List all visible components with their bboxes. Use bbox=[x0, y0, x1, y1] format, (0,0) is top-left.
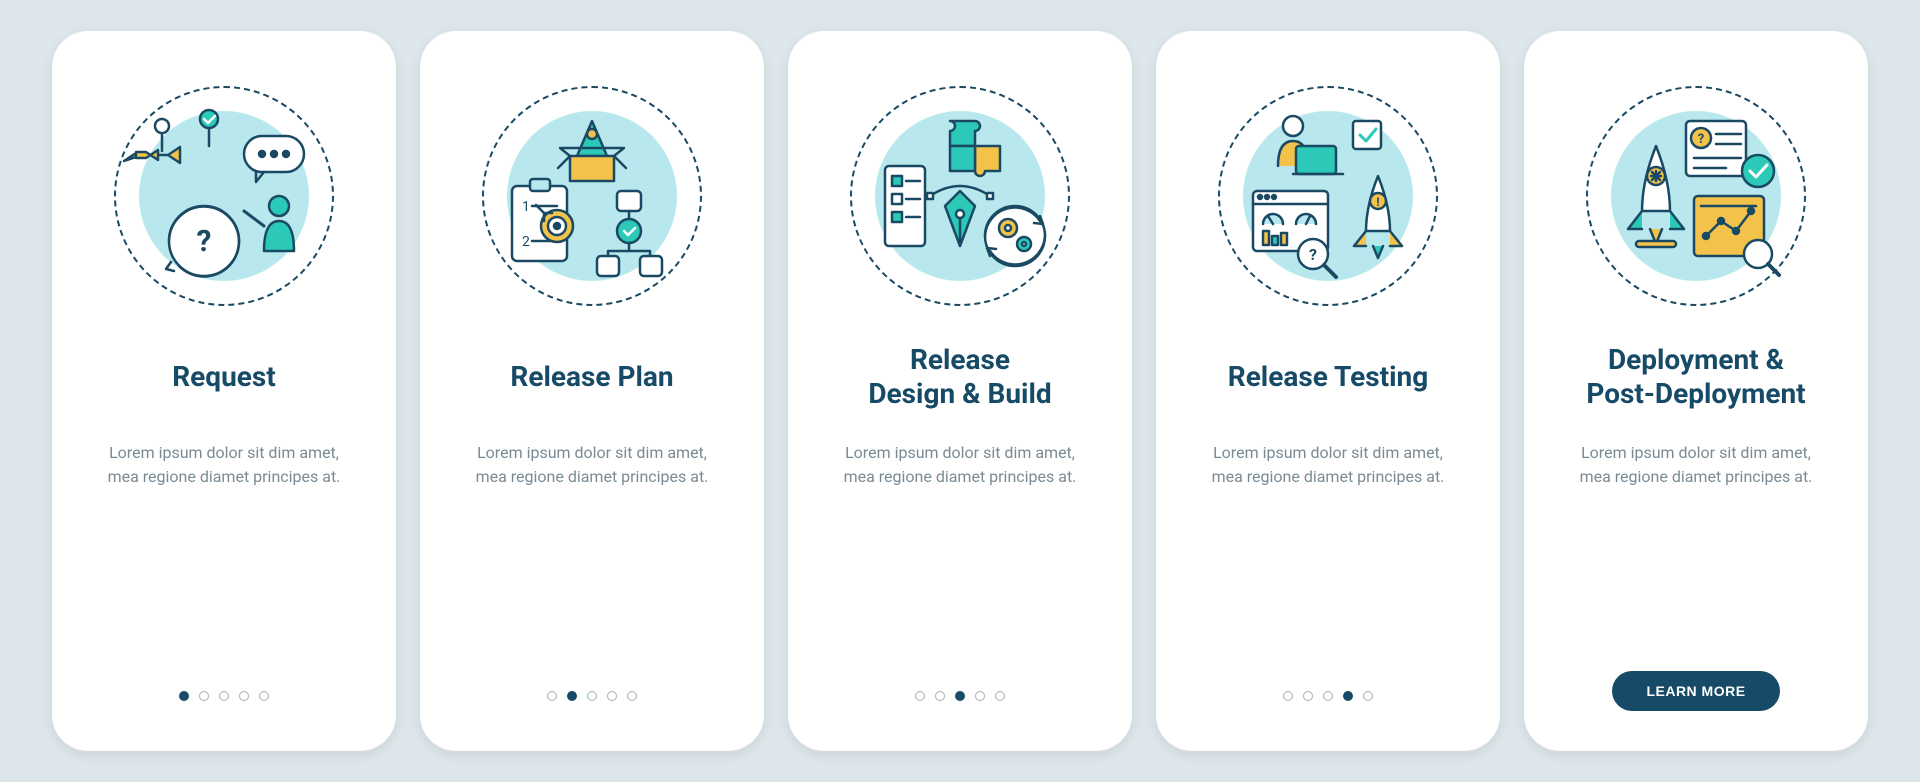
dot-4[interactable] bbox=[1363, 691, 1373, 701]
design-build-illustration bbox=[845, 81, 1075, 311]
screen-title: Deployment & Post-Deployment bbox=[1586, 341, 1805, 413]
dot-1[interactable] bbox=[1303, 691, 1313, 701]
dot-0[interactable] bbox=[179, 691, 189, 701]
dot-4[interactable] bbox=[259, 691, 269, 701]
screen-title: Release Testing bbox=[1228, 341, 1428, 413]
svg-text:?: ? bbox=[197, 224, 212, 259]
svg-text:1: 1 bbox=[522, 199, 530, 215]
release-plan-illustration: 1 2 bbox=[477, 81, 707, 311]
dot-1[interactable] bbox=[199, 691, 209, 701]
svg-text:?: ? bbox=[1309, 245, 1317, 264]
screen-description: Lorem ipsum dolor sit dim amet, mea regi… bbox=[462, 441, 722, 489]
dot-2[interactable] bbox=[219, 691, 229, 701]
onboarding-screen-request: ? Request Lorem ipsum dolor sit dim amet… bbox=[52, 31, 396, 751]
screen-description: Lorem ipsum dolor sit dim amet, mea regi… bbox=[830, 441, 1090, 489]
dot-4[interactable] bbox=[627, 691, 637, 701]
deployment-illustration: ? bbox=[1581, 81, 1811, 311]
screen-description: Lorem ipsum dolor sit dim amet, mea regi… bbox=[94, 441, 354, 489]
pagination-dots bbox=[179, 691, 269, 701]
screen-description: Lorem ipsum dolor sit dim amet, mea regi… bbox=[1566, 441, 1826, 489]
onboarding-screen-design-build: Release Design & Build Lorem ipsum dolor… bbox=[788, 31, 1132, 751]
dot-4[interactable] bbox=[995, 691, 1005, 701]
onboarding-screen-release-plan: 1 2 Release Plan Lorem ipsum dolor sit d… bbox=[420, 31, 764, 751]
release-testing-illustration: ! ? bbox=[1213, 81, 1443, 311]
onboarding-screen-release-testing: ! ? Release Testing Lorem ipsum dolor si… bbox=[1156, 31, 1500, 751]
onboarding-screen-deployment: ? Deployment bbox=[1524, 31, 1868, 751]
dot-0[interactable] bbox=[1283, 691, 1293, 701]
dot-2[interactable] bbox=[587, 691, 597, 701]
screen-title: Release Design & Build bbox=[868, 341, 1051, 413]
pagination-dots bbox=[1283, 691, 1373, 701]
dot-3[interactable] bbox=[239, 691, 249, 701]
dot-1[interactable] bbox=[935, 691, 945, 701]
svg-text:2: 2 bbox=[522, 234, 530, 250]
screen-title: Release Plan bbox=[510, 341, 673, 413]
dot-2[interactable] bbox=[955, 691, 965, 701]
screen-description: Lorem ipsum dolor sit dim amet, mea regi… bbox=[1198, 441, 1458, 489]
svg-text:!: ! bbox=[1376, 195, 1379, 209]
dot-1[interactable] bbox=[567, 691, 577, 701]
dot-2[interactable] bbox=[1323, 691, 1333, 701]
pagination-dots bbox=[547, 691, 637, 701]
dot-3[interactable] bbox=[975, 691, 985, 701]
learn-more-button[interactable]: LEARN MORE bbox=[1612, 671, 1779, 711]
dot-3[interactable] bbox=[607, 691, 617, 701]
request-illustration: ? bbox=[109, 81, 339, 311]
dot-0[interactable] bbox=[547, 691, 557, 701]
svg-text:?: ? bbox=[1698, 132, 1704, 147]
screen-title: Request bbox=[172, 341, 276, 413]
dot-3[interactable] bbox=[1343, 691, 1353, 701]
dot-0[interactable] bbox=[915, 691, 925, 701]
pagination-dots bbox=[915, 691, 1005, 701]
